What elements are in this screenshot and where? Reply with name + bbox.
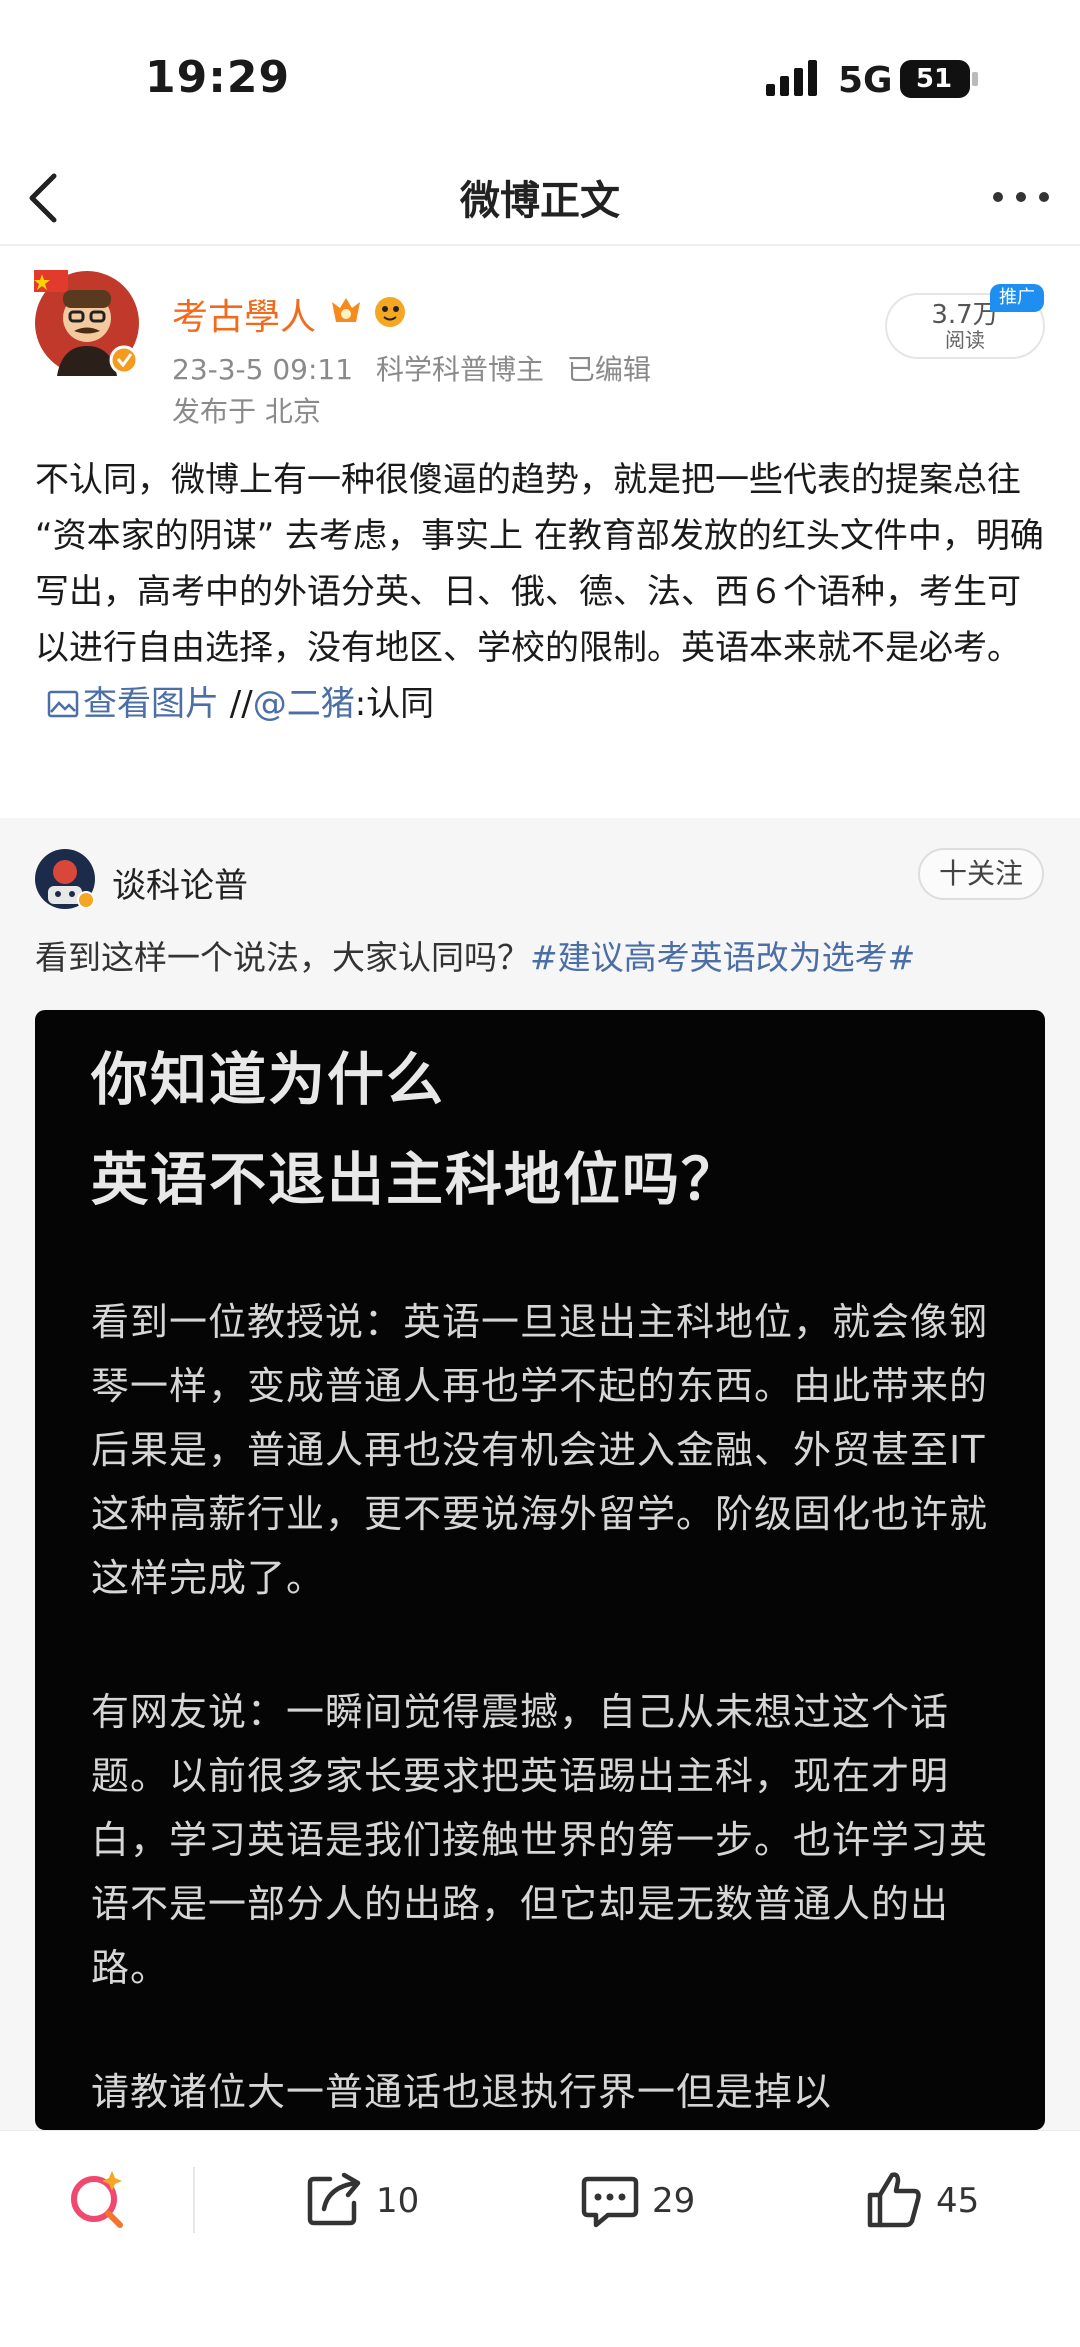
hashtag-link[interactable]: #建议高考英语改为选考# xyxy=(530,938,915,977)
image-title-line1: 你知道为什么 xyxy=(91,1047,445,1113)
author-name[interactable]: 考古學人 xyxy=(172,288,316,340)
like-count: 45 xyxy=(936,2181,980,2221)
image-icon[interactable] xyxy=(47,690,79,718)
edited-label: 已编辑 xyxy=(566,353,651,386)
image-paragraph-3: 请教诸位大一普通话也退执行界一但是掉以 xyxy=(91,2070,833,2114)
share-icon xyxy=(307,2172,361,2226)
more-options-icon[interactable] xyxy=(990,180,1052,214)
image-title-line2: 英语不退出主科地位吗？ xyxy=(91,1147,740,1213)
vip-badge-icon xyxy=(332,297,405,327)
follow-button[interactable]: 十关注 xyxy=(918,848,1044,900)
signal-icon xyxy=(766,60,817,96)
read-label: 阅读 xyxy=(945,328,985,352)
page-title: 微博正文 xyxy=(460,178,620,224)
mention-link[interactable]: @二猪 xyxy=(253,684,355,724)
repost-image[interactable]: 你知道为什么 英语不退出主科地位吗？ 看到一位教授说：英语一旦退出主科地位，就会… xyxy=(35,1010,1045,2130)
image-title: 你知道为什么 英语不退出主科地位吗？ xyxy=(91,1030,1031,1230)
post-tail: :认同 xyxy=(354,684,435,724)
repost-avatar[interactable] xyxy=(34,848,96,910)
author-title: 科学科普博主 xyxy=(375,353,544,386)
repost-text: 看到这样一个说法，大家认同吗？ xyxy=(35,938,530,977)
thumbs-up-icon xyxy=(867,2172,921,2228)
reposted-card[interactable]: 谈科论普 十关注 看到这样一个说法，大家认同吗？#建议高考英语改为选考# 你知道… xyxy=(0,818,1080,2130)
avatar[interactable] xyxy=(32,268,142,378)
ai-search-icon[interactable] xyxy=(66,2167,130,2231)
image-paragraph-1: 看到一位教授说：英语一旦退出主科地位，就会像钢琴一样，变成普通人再也学不起的东西… xyxy=(91,1300,989,1600)
comment-icon xyxy=(581,2176,639,2228)
bottom-action-bar: 10 29 45 xyxy=(0,2130,1080,2347)
post-text: 不认同，微博上有一种很傻逼的趋势，就是把一些代表的提案总往 “资本家的阴谋” 去… xyxy=(35,460,1044,668)
nav-bar: 微博正文 xyxy=(0,150,1080,246)
promo-tag[interactable]: 推广 xyxy=(990,284,1044,312)
author-header: 考古學人 23-3-5 09:11 科学科普博主 已编辑 发布于 北京 3.7万… xyxy=(0,248,1080,438)
battery-level: 51 xyxy=(915,64,953,94)
comment-count: 29 xyxy=(652,2181,696,2221)
post-date: 23-3-5 09:11 xyxy=(172,353,354,386)
repost-author-name[interactable]: 谈科论普 xyxy=(112,858,248,907)
network-label: 5G xyxy=(838,60,893,101)
divider xyxy=(193,2167,195,2233)
share-count: 10 xyxy=(376,2181,420,2221)
post-meta: 23-3-5 09:11 科学科普博主 已编辑 xyxy=(172,348,665,388)
post-body: 不认同，微博上有一种很傻逼的趋势，就是把一些代表的提案总往 “资本家的阴谋” 去… xyxy=(35,452,1045,732)
view-image-link[interactable]: 查看图片 xyxy=(83,684,219,724)
repost-text-block: 看到这样一个说法，大家认同吗？#建议高考英语改为选考# xyxy=(35,930,1045,986)
repost-separator: // xyxy=(219,684,253,724)
status-bar: 19:29 5G 51 xyxy=(0,0,1080,150)
post-location: 发布于 北京 xyxy=(172,395,321,428)
image-paragraph-2: 有网友说：一瞬间觉得震撼，自己从未想过这个话题。以前很多家长要求把英语踢出主科，… xyxy=(91,1690,989,1990)
status-time: 19:29 xyxy=(145,52,291,103)
